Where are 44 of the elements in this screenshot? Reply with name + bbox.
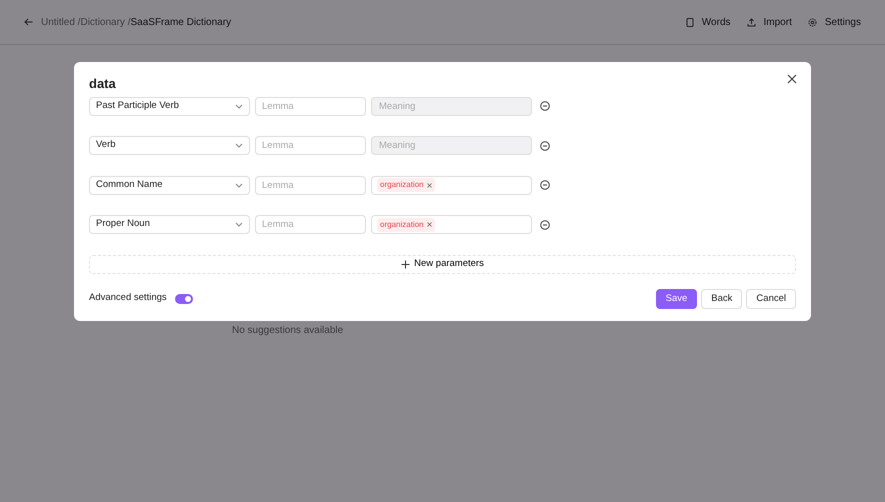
- remove-row-icon[interactable]: [540, 220, 550, 230]
- save-button[interactable]: Save: [656, 288, 698, 308]
- meaning-field: Meaning: [371, 136, 532, 155]
- close-icon[interactable]: [785, 72, 799, 86]
- book-icon: [686, 18, 694, 26]
- back-button[interactable]: Back: [701, 288, 742, 308]
- remove-tag-icon[interactable]: [426, 182, 432, 188]
- breadcrumb-link[interactable]: Dictionary /: [80, 14, 130, 30]
- chevron-down-icon: [235, 143, 243, 148]
- nav-link[interactable]: Words: [686, 14, 731, 30]
- type-select[interactable]: Proper Noun: [89, 215, 250, 234]
- add-parameters-button[interactable]: New parameters: [89, 254, 796, 274]
- meaning-field[interactable]: organization: [371, 176, 532, 194]
- type-select[interactable]: Past Participle Verb: [89, 96, 250, 116]
- advanced-settings-label: Advanced settings: [89, 291, 167, 306]
- nav-link[interactable]: Settings: [808, 14, 861, 30]
- plus-icon: [401, 260, 410, 268]
- advanced-settings-toggle[interactable]: [174, 294, 193, 304]
- empty-message: No suggestions available: [232, 324, 344, 338]
- meaning-field[interactable]: organization: [371, 215, 532, 234]
- chevron-down-icon: [235, 222, 243, 227]
- remove-row-icon[interactable]: [540, 180, 550, 190]
- settings-icon: [808, 18, 817, 26]
- chevron-down-icon: [235, 104, 243, 108]
- lemma-field[interactable]: Lemma: [255, 136, 366, 155]
- chevron-down-icon: [235, 182, 243, 188]
- breadcrumb-current: SaaSFrame Dictionary: [130, 16, 232, 30]
- lemma-field[interactable]: Lemma: [255, 96, 366, 116]
- lemma-field[interactable]: Lemma: [255, 215, 366, 234]
- breadcrumb-link[interactable]: Untitled /: [41, 14, 80, 30]
- modal-title: data: [89, 75, 116, 93]
- upload-icon: [746, 18, 756, 26]
- remove-row-icon[interactable]: [540, 101, 550, 111]
- nav-link[interactable]: Import: [746, 14, 792, 30]
- lemma-field[interactable]: Lemma: [255, 176, 366, 194]
- cancel-button[interactable]: Cancel: [746, 288, 796, 308]
- type-select[interactable]: Verb: [89, 136, 250, 155]
- remove-row-icon[interactable]: [540, 140, 550, 150]
- remove-tag-icon[interactable]: [426, 222, 432, 227]
- meaning-field: Meaning: [371, 96, 532, 116]
- tag: organization: [377, 178, 435, 192]
- tag: organization: [377, 218, 435, 232]
- type-select[interactable]: Common Name: [89, 176, 250, 194]
- back-arrow-icon[interactable]: [24, 18, 33, 26]
